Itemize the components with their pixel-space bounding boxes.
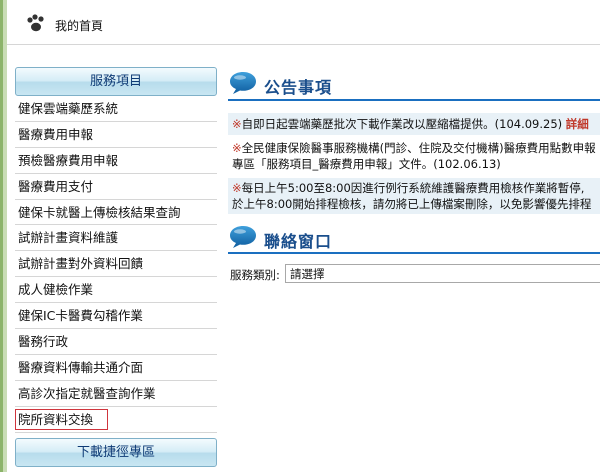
notice-item: ※自即日起雲端藥歷批次下載作業改以壓縮檔提供。(104.09.25) 詳細 bbox=[228, 113, 600, 135]
service-menu-list: 健保雲端藥歷系統 醫療費用申報 預檢醫療費用申報 醫療費用支付 健保卡就醫上傳檢… bbox=[15, 96, 217, 433]
contact-heading: 聯絡窗口 bbox=[228, 224, 600, 252]
service-menu: 服務項目 健保雲端藥歷系統 醫療費用申報 預檢醫療費用申報 醫療費用支付 健保卡… bbox=[15, 67, 217, 433]
notice-item: ※全民健康保險醫事服務機構(門診、住院及交付機構)醫療費用點數申報 專區「服務項… bbox=[232, 141, 596, 171]
menu-item-institution-data-exchange[interactable]: 院所資料交換 bbox=[15, 407, 217, 433]
speech-bubble-icon bbox=[230, 72, 256, 94]
menu-item-adult-health-check[interactable]: 成人健檢作業 bbox=[15, 277, 217, 304]
paw-icon bbox=[27, 14, 44, 32]
menu-item-fee-payment[interactable]: 醫療費用支付 bbox=[15, 174, 217, 200]
notice-more-link[interactable]: 詳細 bbox=[566, 117, 589, 131]
menu-item-cloud-medication[interactable]: 健保雲端藥歷系統 bbox=[15, 96, 217, 122]
announcements-divider bbox=[228, 99, 600, 101]
menu-item-high-frequency-query[interactable]: 高診次指定就醫查詢作業 bbox=[15, 381, 217, 407]
page-header: 我的首頁 bbox=[7, 0, 600, 45]
service-menu-heading[interactable]: 服務項目 bbox=[15, 67, 217, 96]
service-category-label: 服務類別: bbox=[230, 268, 280, 282]
speech-bubble-icon bbox=[230, 226, 256, 248]
notice-item: ※每日上午5:00至8:00因進行例行系統維護醫療費用檢核作業將暫停, 於上午8… bbox=[228, 178, 600, 214]
menu-item-pilot-data-maintenance[interactable]: 試辦計畫資料維護 bbox=[15, 225, 217, 252]
menu-item-medical-fee-claim[interactable]: 醫療費用申報 bbox=[15, 122, 217, 148]
menu-item-medical-admin[interactable]: 醫務行政 bbox=[15, 329, 217, 355]
contact-divider bbox=[228, 252, 600, 254]
left-accent-bar-light bbox=[3, 0, 7, 472]
page-title: 我的首頁 bbox=[55, 19, 104, 33]
menu-item-precheck-fee-claim[interactable]: 預檢醫療費用申報 bbox=[15, 148, 217, 174]
service-category-row: 服務類別: 請選擇 bbox=[228, 263, 600, 285]
announcements-heading: 公告事項 bbox=[228, 70, 600, 98]
service-category-select[interactable]: 請選擇 bbox=[285, 264, 600, 283]
menu-item-ic-card-audit[interactable]: 健保IC卡醫費勾稽作業 bbox=[15, 303, 217, 330]
menu-item-pilot-data-feedback[interactable]: 試辦計畫對外資料回饋 bbox=[15, 251, 217, 278]
menu-item-data-transfer-interface[interactable]: 醫療資料傳輸共通介面 bbox=[15, 355, 217, 381]
menu-item-card-upload-check[interactable]: 健保卡就醫上傳檢核結果查詢 bbox=[15, 200, 217, 226]
download-shortcut-button[interactable]: 下載捷徑專區 bbox=[15, 438, 217, 467]
